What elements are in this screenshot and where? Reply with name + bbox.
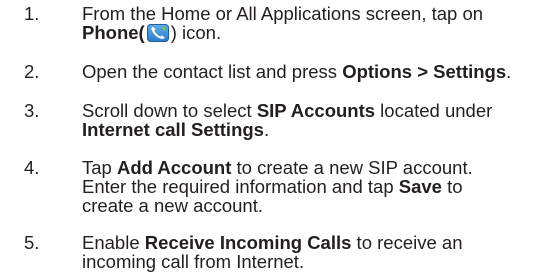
step-number: 1. <box>24 3 40 24</box>
step-text-run: Enter the required information and tap <box>82 176 399 197</box>
step-text-run: Tap <box>82 157 117 178</box>
receive-incoming-calls-label: Receive Incoming Calls <box>144 232 352 253</box>
step-text-run: . <box>506 61 512 82</box>
phone-app-label: Phone <box>82 22 139 43</box>
step-number: 3. <box>24 100 40 121</box>
step-line: incoming call from Internet. <box>82 251 305 272</box>
step-line: Enter the required information and tap S… <box>82 177 552 196</box>
step-text-run: Enable <box>82 232 145 253</box>
step-text: Tap Add Account to create a new SIP acco… <box>82 158 552 215</box>
step-text-run: to receive an <box>351 232 463 253</box>
step-number: 4. <box>24 157 40 178</box>
step-line: Internet call Settings. <box>82 120 552 139</box>
step-text-run: to create a new SIP account. <box>231 157 473 178</box>
paren-open: ( <box>138 22 145 43</box>
step-text-run: Scroll down to select <box>82 100 257 121</box>
step-line: Tap Add Account to create a new SIP acco… <box>82 158 552 177</box>
options-settings-label: Options > Settings <box>342 61 507 82</box>
paren-close-text: ) icon. <box>170 22 222 43</box>
step-text: Enable Receive Incoming Calls to receive… <box>82 233 552 271</box>
step-line: Phone( ) icon. <box>82 23 552 42</box>
step-line: Open the contact list and press Options … <box>82 62 552 81</box>
save-label: Save <box>398 176 442 197</box>
step-line: Enable Receive Incoming Calls to receive… <box>82 233 552 252</box>
step-line: create a new account. <box>82 195 263 216</box>
step-text-run: located under <box>375 100 493 121</box>
step-text-run: . <box>263 119 270 140</box>
step-text: Open the contact list and press Options … <box>82 62 552 81</box>
step-number: 2. <box>24 61 40 82</box>
sip-accounts-label: SIP Accounts <box>256 100 376 121</box>
step-number: 5. <box>24 232 40 253</box>
step-text: Scroll down to select SIP Accounts locat… <box>82 101 552 139</box>
step-text: From the Home or All Applications screen… <box>82 4 552 42</box>
step-line: From the Home or All Applications screen… <box>82 3 484 24</box>
add-account-label: Add Account <box>116 157 232 178</box>
step-line: Scroll down to select SIP Accounts locat… <box>82 101 552 120</box>
step-text-run: Open the contact list and press <box>82 61 343 82</box>
step-text-run: to <box>441 176 463 197</box>
internet-call-settings-label: Internet call Settings <box>82 119 264 140</box>
phone-icon <box>146 24 169 42</box>
